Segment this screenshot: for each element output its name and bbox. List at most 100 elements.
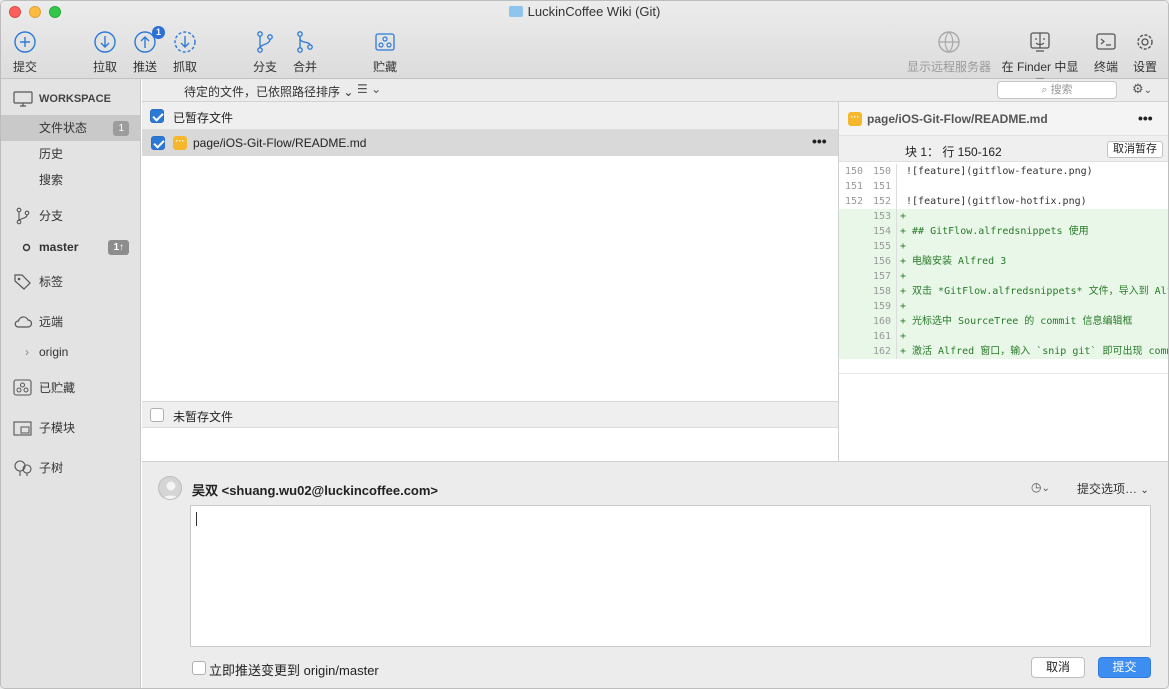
sidebar-item-history[interactable]: 历史 [1,141,141,167]
search-icon: ⌕ [1041,84,1048,96]
file-stage-checkbox[interactable] [151,136,165,150]
chevron-down-icon: ⌄ [1143,85,1153,96]
commit-button[interactable]: 提交 [1098,657,1151,678]
show-remote-toolbar-button[interactable]: 显示远程服务器 [906,29,992,75]
file-filter-dropdown[interactable]: 待定的文件，已依照路径排序 ⌄ [184,83,353,100]
diff-line[interactable]: 150 150 ![feature](gitflow-feature.png) [839,164,1168,179]
gutter-divider [896,329,897,344]
actions-gear-dropdown[interactable]: ⚙⌄ [1132,81,1152,97]
push-immediately-checkbox[interactable] [192,661,206,675]
unstage-hunk-button[interactable]: 取消暂存 [1107,141,1163,158]
more-options-icon[interactable]: ••• [812,133,827,149]
diff-line[interactable]: 156 + 电脑安装 Alfred 3 [839,254,1168,269]
sidebar-tags-header[interactable]: 标签 [1,269,141,295]
sidebar-item-origin-remote[interactable]: › origin [1,339,141,365]
filter-bar: 待定的文件，已依照路径排序 ⌄ ☰ ⌄ ⌕ 搜索 ⚙⌄ [142,79,1168,102]
new-line-number: 150 [872,166,891,177]
gutter-divider [896,314,897,329]
line-code: + 激活 Alfred 窗口，输入 `snip git` 即可出现 commit [900,346,1169,357]
push-count-badge: 1 [152,26,165,39]
diff-line[interactable]: 152 152 ![feature](gitflow-hotfix.png) [839,194,1168,209]
diff-line[interactable]: 160 + 光标选中 SourceTree 的 commit 信息编辑框 [839,314,1168,329]
line-code: + [900,211,907,222]
pull-toolbar-button[interactable]: 拉取 [91,29,119,75]
old-line-number: 152 [844,196,863,207]
view-options-dropdown[interactable]: ☰ ⌄ [357,82,381,96]
commit-message-input[interactable] [190,505,1151,647]
unstaged-files-header: 未暂存文件 [142,401,838,428]
chevron-down-icon: ⌄ [1041,483,1050,494]
new-line-number: 156 [872,256,891,267]
avatar [158,476,182,500]
commit-author[interactable]: 吴双 <shuang.wu02@luckincoffee.com> [192,480,438,499]
new-line-number: 160 [872,316,891,327]
gutter-divider [896,239,897,254]
user-icon [162,481,180,499]
diff-line[interactable]: 155 + [839,239,1168,254]
diff-line[interactable]: 162 + 激活 Alfred 窗口，输入 `snip git` 即可出现 com… [839,344,1169,359]
diff-line[interactable]: 151 151 [839,179,1168,194]
new-line-number: 161 [872,331,891,342]
chevron-down-icon: ⌄ [343,85,354,99]
sidebar-branches-header[interactable]: 分支 [1,203,141,229]
line-code: + [900,301,907,312]
unstaged-all-checkbox[interactable] [150,408,164,422]
line-code: + [900,331,907,342]
commit-history-dropdown[interactable]: ◷⌄ [1031,480,1050,494]
push-toolbar-button[interactable]: 1 推送 [131,26,165,75]
staged-file-row[interactable]: ··· page/iOS-Git-Flow/README.md ••• [142,130,838,156]
sidebar-item-master-branch[interactable]: master 1↑ [1,234,141,260]
ahead-count-badge: 1↑ [108,240,129,255]
branch-icon [257,31,273,53]
search-input[interactable]: ⌕ 搜索 [997,81,1117,99]
sidebar: WORKSPACE 文件状态 1 历史 搜索 分支 master 1↑ 标签 远… [1,79,141,688]
staged-all-checkbox[interactable] [150,109,164,123]
diff-line[interactable]: 158 + 双击 *GitFlow.alfredsnippets* 文件，导入到 … [839,284,1168,299]
commit-toolbar-button[interactable]: 提交 [11,29,39,75]
terminal-toolbar-button[interactable]: 终端 [1091,29,1121,75]
diff-line[interactable]: 159 + [839,299,1168,314]
gutter-divider [896,344,897,359]
chevron-right-icon[interactable]: › [25,339,29,365]
diff-file-header: ··· page/iOS-Git-Flow/README.md ••• [839,102,1168,136]
sidebar-item-search[interactable]: 搜索 [1,167,141,193]
gutter-divider [896,194,897,209]
sidebar-remotes-header[interactable]: 远端 [1,309,141,335]
window-title: LuckinCoffee Wiki (Git) [1,4,1168,19]
stash-icon [375,33,395,51]
line-code: + ## GitFlow.alfredsnippets 使用 [900,226,1089,237]
text-caret [196,512,197,526]
diff-line[interactable]: 161 + [839,329,1168,344]
diff-line[interactable]: 153 + [839,209,1168,224]
branch-icon [16,207,30,225]
line-code: + 电脑安装 Alfred 3 [900,256,1007,267]
diff-line[interactable]: 154 + ## GitFlow.alfredsnippets 使用 [839,224,1168,239]
line-code: + 光标选中 SourceTree 的 commit 信息编辑框 [900,316,1133,327]
modified-file-icon: ··· [848,112,862,126]
gutter-divider [896,299,897,314]
cancel-button[interactable]: 取消 [1031,657,1085,678]
sidebar-subtrees-header[interactable]: 子树 [1,455,141,481]
stash-toolbar-button[interactable]: 贮藏 [371,29,399,75]
fetch-toolbar-button[interactable]: 抓取 [171,29,199,75]
merge-toolbar-button[interactable]: 合并 [291,29,319,75]
diff-line[interactable]: 157 + [839,269,1168,284]
subtree-icon [14,460,32,476]
sidebar-stashes-header[interactable]: 已贮藏 [1,375,141,401]
arrow-down-circle-icon [94,31,116,53]
commit-options-dropdown[interactable]: 提交选项… ⌄ [1077,480,1149,497]
branch-toolbar-button[interactable]: 分支 [251,29,279,75]
line-code: + [900,271,907,282]
more-options-icon[interactable]: ••• [1138,110,1153,126]
sidebar-workspace-header[interactable]: WORKSPACE [1,86,141,112]
gutter-divider [896,254,897,269]
tag-icon [14,274,31,290]
chevron-down-icon: ⌄ [371,82,382,96]
list-icon: ☰ [357,82,368,96]
settings-toolbar-button[interactable]: 设置 [1131,29,1159,75]
sidebar-item-file-status[interactable]: 文件状态 1 [1,115,141,141]
gutter-divider [896,284,897,299]
sidebar-submodules-header[interactable]: 子模块 [1,415,141,441]
new-line-number: 159 [872,301,891,312]
modified-file-icon: ··· [173,136,187,150]
